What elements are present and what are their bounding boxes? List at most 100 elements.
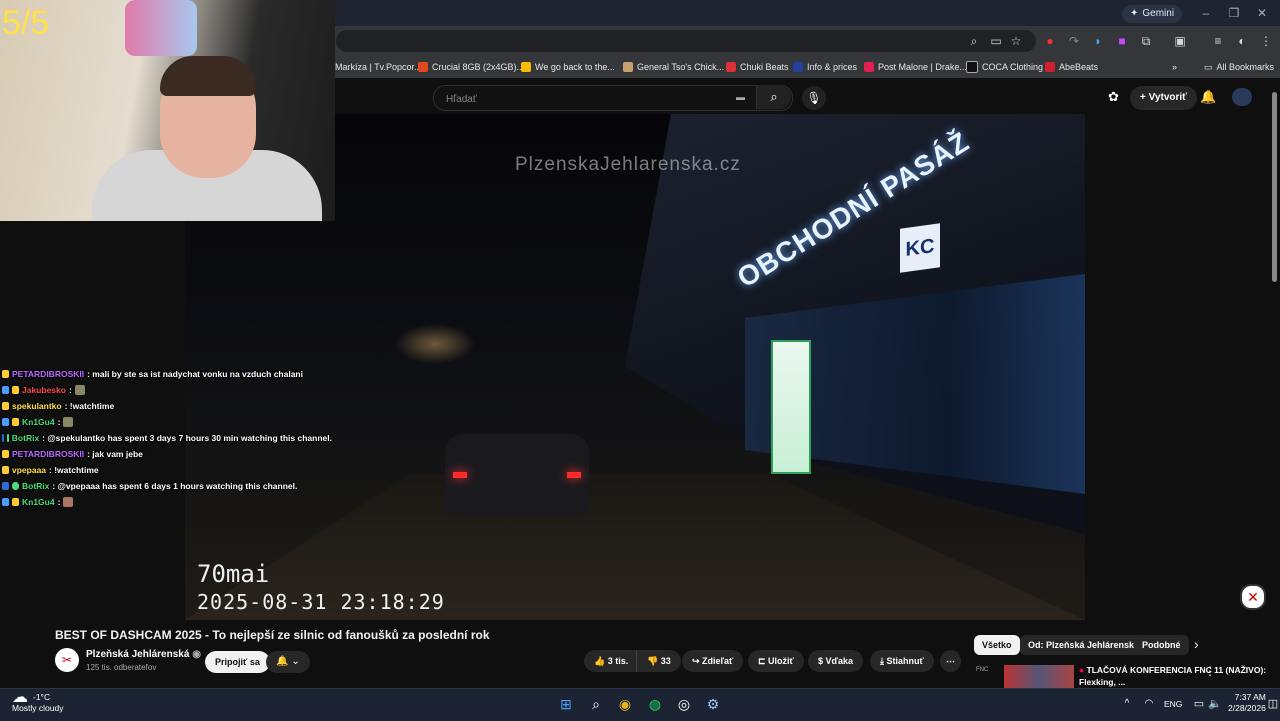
share-icon: ↪ [692,656,703,666]
chat-username: spekulantko [12,401,62,411]
bookmark-item[interactable]: Crucial 8GB (2x4GB)... [418,58,524,76]
close-window-button[interactable]: ✕ [1252,4,1272,22]
bookmark-item[interactable]: Post Malone | Drake... [864,58,967,76]
stream-chat: PETARDIBROSKII : mali by ste sa ist nadyc… [2,366,332,510]
cast-icon[interactable]: ▭ [988,33,1004,49]
bookmark-star-icon[interactable]: ☆ [1008,33,1024,49]
search-input[interactable] [444,89,738,109]
obs-icon[interactable]: ◎ [673,694,695,714]
video-title: BEST OF DASHCAM 2025 - To nejlepší ze si… [55,628,490,642]
video-kc-sign: KC [900,223,940,273]
voice-search-button[interactable]: 🎙 [802,86,826,110]
omnibox[interactable] [336,30,1036,52]
subscription-bell-button[interactable]: 🔔 ⌄ [266,651,310,673]
scrollbar-thumb[interactable] [1272,92,1277,282]
side-panel-icon[interactable]: ▣ [1172,33,1188,49]
more-actions-button[interactable]: ⋯ [940,650,961,672]
menu-kebab-icon[interactable]: ⋮ [1258,33,1274,49]
keyboard-icon[interactable]: ▬ [736,92,745,102]
chip-all[interactable]: Všetko [974,635,1020,655]
chat-text: : jak vam jebe [87,449,143,459]
close-overlay-button[interactable]: ✕ [1240,584,1266,610]
create-button[interactable]: + Vytvoriť [1130,86,1197,110]
extension-icon[interactable]: ◗ [1090,33,1106,49]
spotify-icon[interactable]: ◍ [644,694,666,714]
video-pharmacy-sign [771,340,811,474]
weather-widget[interactable]: ☁ -1°C Mostly cloudy [12,690,64,714]
search-icon: ⌕ [770,89,778,104]
profile-avatar[interactable]: ◐ [1234,33,1250,49]
tray-chevron-icon[interactable]: ^ [1116,694,1138,714]
download-button[interactable]: ⤓ Stiahnuť [870,650,934,672]
search-button[interactable]: ⌕ [756,85,791,109]
chips-next-chevron-icon[interactable]: › [1194,636,1199,652]
zoom-icon[interactable]: ⌕ [966,33,982,49]
chip-related[interactable]: Podobné [1134,635,1189,655]
volume-icon[interactable]: 🔈 [1204,694,1226,714]
share-button[interactable]: ↪ Zdieľať [682,650,744,672]
bookmark-item[interactable]: Markíza | Tv.Popcor... [335,58,422,76]
chat-username: BotRix [22,481,50,491]
google-icon [521,62,531,72]
bookmark-item[interactable]: COCA Clothing [966,58,1043,76]
chrome-icon[interactable]: ◉ [614,694,636,714]
language-indicator[interactable]: ENG [1164,699,1182,709]
search-box: ▬ [433,85,793,111]
dashcam-brand: 70mai [197,560,270,588]
bell-icon: 🔔 [276,656,289,667]
chat-message: PETARDIBROSKII: jak vam jebe [2,446,332,462]
channel-name[interactable]: Plzeňská Jehlárenská ◉ [86,649,201,660]
bookmark-item[interactable]: We go back to the... [521,58,615,76]
like-button[interactable]: 👍 3 tis. [584,650,639,672]
reading-list-icon[interactable]: ≡ [1210,33,1226,49]
gemini-button[interactable]: ✦ Gemini [1122,5,1183,23]
bookmark-item[interactable]: Chuki Beats [726,58,789,76]
next-video-thumbnail[interactable] [1004,665,1074,689]
settings-gear-icon[interactable]: ✿ [1108,89,1119,105]
chat-message: Jakubesko: [2,382,332,398]
wifi-icon[interactable]: ◠ [1138,694,1160,714]
thanks-button[interactable]: $ Vďaka [808,650,864,672]
maximize-button[interactable]: ❐ [1224,4,1244,22]
search-icon[interactable]: ⌕ [585,694,607,714]
bookmark-item[interactable]: General Tso's Chick... [623,58,724,76]
account-avatar[interactable] [1232,88,1252,106]
chat-badge-icon [12,386,19,394]
start-windows-icon[interactable]: ⊞ [555,694,577,714]
gemini-icon: ✦ [1130,8,1139,19]
dislike-button[interactable]: 👎 33 [636,650,681,672]
extension-icon[interactable]: ■ [1114,33,1130,49]
notifications-bell-icon[interactable]: 🔔 [1200,89,1216,105]
extension-icon[interactable]: ● [1042,33,1058,49]
extensions-puzzle-icon[interactable]: ⧉ [1138,33,1154,49]
notifications-icon[interactable]: ◫ [1262,694,1280,714]
bookmark-item[interactable]: AbeBeats [1045,58,1098,76]
chat-message: BotRix: @spekulantko has spent 3 days 7 … [2,430,332,446]
chat-username: PETARDIBROSKII [12,449,85,459]
channel-avatar[interactable]: ✂ [55,648,79,672]
chat-emote-icon [74,385,85,395]
system-clock[interactable]: 7:37 AM 2/28/2026 [1228,692,1266,714]
chat-badge-icon [12,418,19,426]
join-button[interactable]: Pripojiť sa [205,651,270,673]
chat-text: : !watchtime [49,465,99,475]
webcam-person-hair [160,56,256,96]
more-bookmarks-chevron-icon[interactable]: » [1172,58,1177,76]
bookmark-item[interactable]: Info & prices [793,58,857,76]
steam-icon[interactable]: ⚙ [702,694,724,714]
live-dot-icon: ● [1079,665,1087,675]
next-video-menu-icon[interactable]: ⋮ [1204,664,1216,678]
chat-emote-icon [63,497,74,507]
stream-counter: 5/5 [2,4,50,42]
all-bookmarks-button[interactable]: ▭ All Bookmarks [1204,58,1274,76]
chat-badge-icon [2,450,9,458]
chat-text: : mali by ste sa ist nadychat vonku na v… [87,369,303,379]
chat-username: Jakubesko [22,385,66,395]
next-video-title[interactable]: ● TLAČOVÁ KONFERENCIA FNC 11 (NAŽIVO): F… [1079,664,1280,688]
thumbs-down-icon: 👎 [647,656,661,666]
minimize-button[interactable]: – [1196,4,1216,22]
save-button[interactable]: ⊏ Uložiť [748,650,804,672]
extension-icon[interactable]: ↷ [1066,33,1082,49]
chip-from-channel[interactable]: Od: Plzeňská Jehlárenská [1020,635,1148,655]
dashcam-timestamp: 2025-08-31 23:18:29 [197,590,445,614]
